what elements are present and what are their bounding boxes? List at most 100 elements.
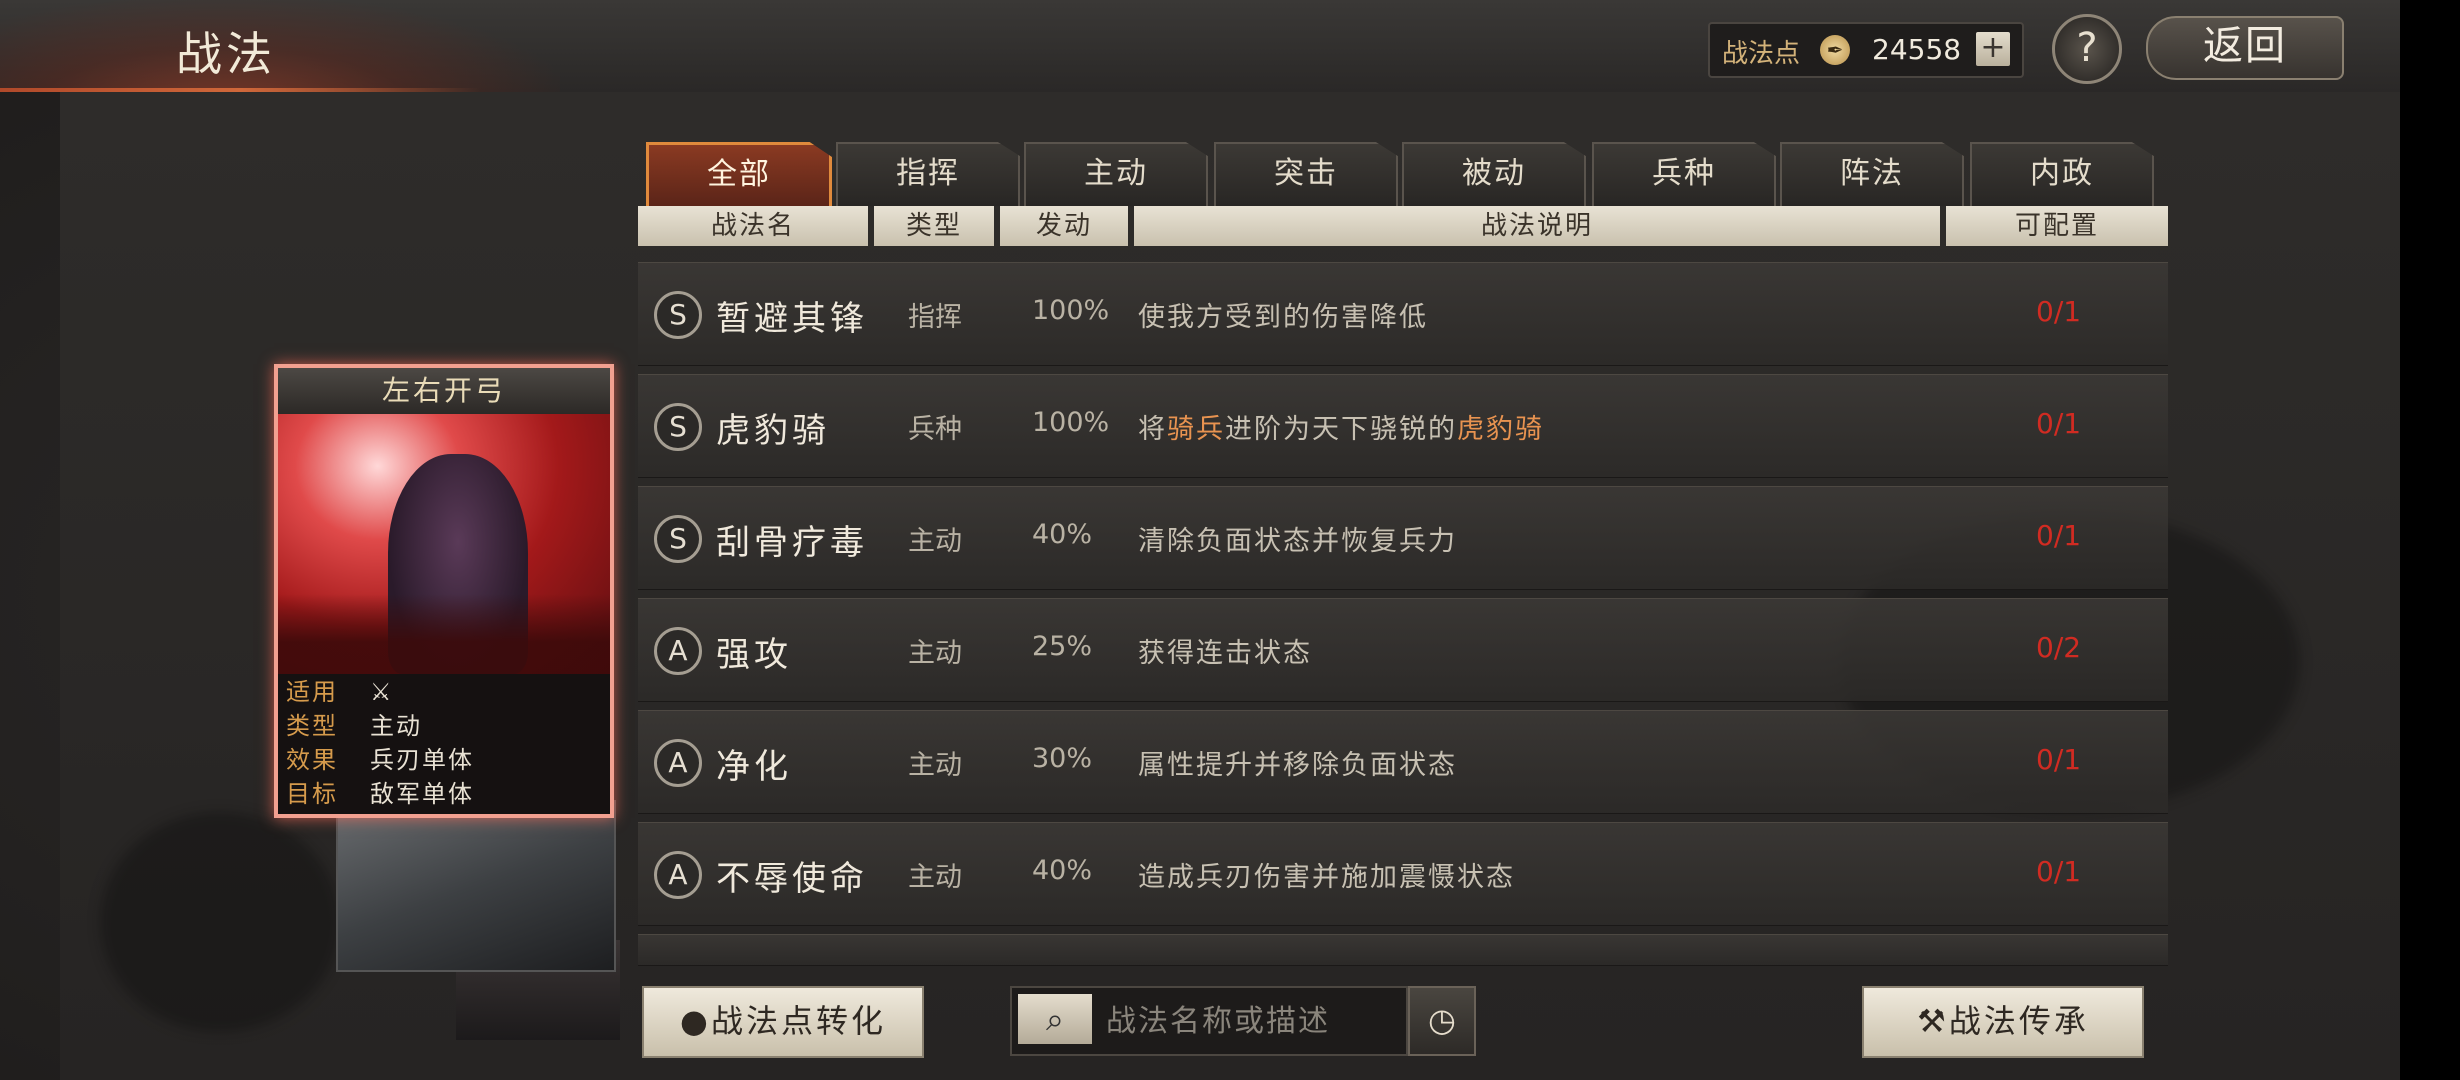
- skill-type: 兵种: [908, 414, 962, 445]
- grade-badge: A: [654, 851, 702, 899]
- skill-rate: 40%: [1032, 519, 1093, 550]
- skill-description: 造成兵刃伤害并施加震慑状态: [1138, 862, 1515, 893]
- config-count: 0/1: [2036, 743, 2082, 776]
- grade-badge: A: [654, 627, 702, 675]
- card-info-row: 类型 主动: [286, 710, 422, 742]
- skill-type: 主动: [908, 862, 962, 893]
- title-glow: [0, 0, 560, 92]
- config-count: 0/1: [2036, 519, 2082, 552]
- skill-description: 使我方受到的伤害降低: [1138, 302, 1428, 333]
- skill-row-partial: [638, 934, 2168, 966]
- hammer-icon: ⚒: [1917, 1002, 1949, 1040]
- column-header-name[interactable]: 战法名: [638, 206, 868, 246]
- skill-row[interactable]: S 暂避其锋 指挥 100% 使我方受到的伤害降低 0/1: [638, 262, 2168, 366]
- skill-name: 不辱使命: [716, 859, 868, 899]
- config-count: 0/1: [2036, 855, 2082, 888]
- card-info-key: 目标: [286, 780, 338, 808]
- skill-rate: 100%: [1032, 295, 1110, 326]
- search-icon[interactable]: ⌕: [1018, 994, 1092, 1044]
- card-info-value: 敌军单体: [370, 780, 474, 808]
- search-box: ⌕: [1010, 986, 1408, 1056]
- config-count: 0/2: [2036, 631, 2082, 664]
- selected-skill-card[interactable]: 左右开弓 适用 ⚔ 类型 主动 效果 兵刃单体 目标 敌军单体: [274, 364, 614, 818]
- card-info-row: 效果 兵刃单体: [286, 744, 474, 776]
- desc-highlight: 虎豹骑: [1457, 414, 1544, 445]
- skill-type: 指挥: [908, 302, 962, 333]
- card-info-key: 类型: [286, 712, 338, 740]
- help-button[interactable]: ?: [2052, 14, 2122, 84]
- add-points-button[interactable]: +: [1976, 32, 2010, 66]
- desc-text: 进阶为天下骁锐的: [1225, 414, 1457, 445]
- top-bar: 战法 战法点 ✒ 24558 + ? 返回: [0, 0, 2400, 92]
- grade-badge: S: [654, 291, 702, 339]
- skill-row[interactable]: A 不辱使命 主动 40% 造成兵刃伤害并施加震慑状态 0/1: [638, 822, 2168, 926]
- convert-points-label: 战法点转化: [710, 1002, 886, 1040]
- feather-icon: ✒: [1820, 35, 1850, 65]
- card-info-row: 目标 敌军单体: [286, 778, 474, 810]
- desc-text: 将: [1138, 414, 1167, 445]
- skill-points-value: 24558: [1872, 33, 1962, 66]
- skill-description: 获得连击状态: [1138, 638, 1312, 669]
- column-header-desc: 战法说明: [1134, 206, 1940, 246]
- tab-command[interactable]: 指挥: [836, 142, 1020, 206]
- skill-rate: 40%: [1032, 855, 1093, 886]
- tab-all[interactable]: 全部: [646, 142, 832, 210]
- skill-description: 清除负面状态并恢复兵力: [1138, 526, 1457, 557]
- crossed-swords-icon: ⚔: [370, 678, 394, 706]
- ink-decoration: [100, 812, 340, 1032]
- skill-rate: 100%: [1032, 407, 1110, 438]
- search-input[interactable]: [1104, 994, 1398, 1048]
- skill-points-display: 战法点 ✒ 24558 +: [1708, 22, 2024, 78]
- column-header-type[interactable]: 类型: [874, 206, 994, 246]
- tab-passive[interactable]: 被动: [1402, 142, 1586, 206]
- skill-name: 净化: [716, 747, 792, 787]
- card-title: 左右开弓: [278, 368, 610, 414]
- skill-rate: 25%: [1032, 631, 1093, 662]
- grade-badge: S: [654, 515, 702, 563]
- skill-rate: 30%: [1032, 743, 1093, 774]
- tab-formation[interactable]: 阵法: [1780, 142, 1964, 206]
- skill-row[interactable]: A 强攻 主动 25% 获得连击状态 0/2: [638, 598, 2168, 702]
- column-header-rate[interactable]: 发动: [1000, 206, 1128, 246]
- grade-badge: A: [654, 739, 702, 787]
- config-count: 0/1: [2036, 295, 2082, 328]
- tab-assault[interactable]: 突击: [1214, 142, 1398, 206]
- skill-row[interactable]: S 虎豹骑 兵种 100% 将骑兵进阶为天下骁锐的虎豹骑 0/1: [638, 374, 2168, 478]
- skill-type: 主动: [908, 638, 962, 669]
- skill-points-label: 战法点: [1722, 39, 1801, 69]
- card-info-key: 效果: [286, 746, 338, 774]
- skill-name: 强攻: [716, 635, 792, 675]
- card-artwork: [278, 414, 610, 674]
- page-title: 战法: [176, 27, 276, 81]
- title-underline: [0, 88, 480, 92]
- skill-name: 暂避其锋: [716, 299, 868, 339]
- tab-active[interactable]: 主动: [1024, 142, 1208, 206]
- skill-name: 刮骨疗毒: [716, 523, 868, 563]
- card-info-row: 适用 ⚔: [286, 676, 394, 708]
- skill-description: 将骑兵进阶为天下骁锐的虎豹骑: [1138, 407, 1544, 446]
- card-info-value: 主动: [370, 712, 422, 740]
- tab-troop[interactable]: 兵种: [1592, 142, 1776, 206]
- history-clock-icon[interactable]: ◷: [1408, 986, 1476, 1056]
- card-info-value: 兵刃单体: [370, 746, 474, 774]
- card-info-key: 适用: [286, 678, 338, 706]
- column-header-config[interactable]: 可配置: [1946, 206, 2168, 246]
- drop-icon: ●: [680, 1002, 711, 1040]
- skill-type: 主动: [908, 750, 962, 781]
- skill-row[interactable]: S 刮骨疗毒 主动 40% 清除负面状态并恢复兵力 0/1: [638, 486, 2168, 590]
- skill-type: 主动: [908, 526, 962, 557]
- skill-inherit-label: 战法传承: [1948, 1002, 2089, 1040]
- army-silhouette: [278, 594, 610, 674]
- config-count: 0/1: [2036, 407, 2082, 440]
- skill-inherit-button[interactable]: ⚒战法传承: [1862, 986, 2144, 1058]
- skill-name: 虎豹骑: [716, 411, 830, 451]
- skill-description: 属性提升并移除负面状态: [1138, 750, 1457, 781]
- back-button[interactable]: 返回: [2146, 16, 2344, 80]
- card-stack-back: [336, 800, 616, 972]
- grade-badge: S: [654, 403, 702, 451]
- stage: 战法 战法点 ✒ 24558 + ? 返回 全部 指挥 主动 突击 被动 兵种 …: [0, 0, 2400, 1080]
- card-info: 适用 ⚔ 类型 主动 效果 兵刃单体 目标 敌军单体: [278, 674, 610, 814]
- skill-row[interactable]: A 净化 主动 30% 属性提升并移除负面状态 0/1: [638, 710, 2168, 814]
- convert-points-button[interactable]: ●战法点转化: [642, 986, 924, 1058]
- tab-domestic[interactable]: 内政: [1970, 142, 2154, 206]
